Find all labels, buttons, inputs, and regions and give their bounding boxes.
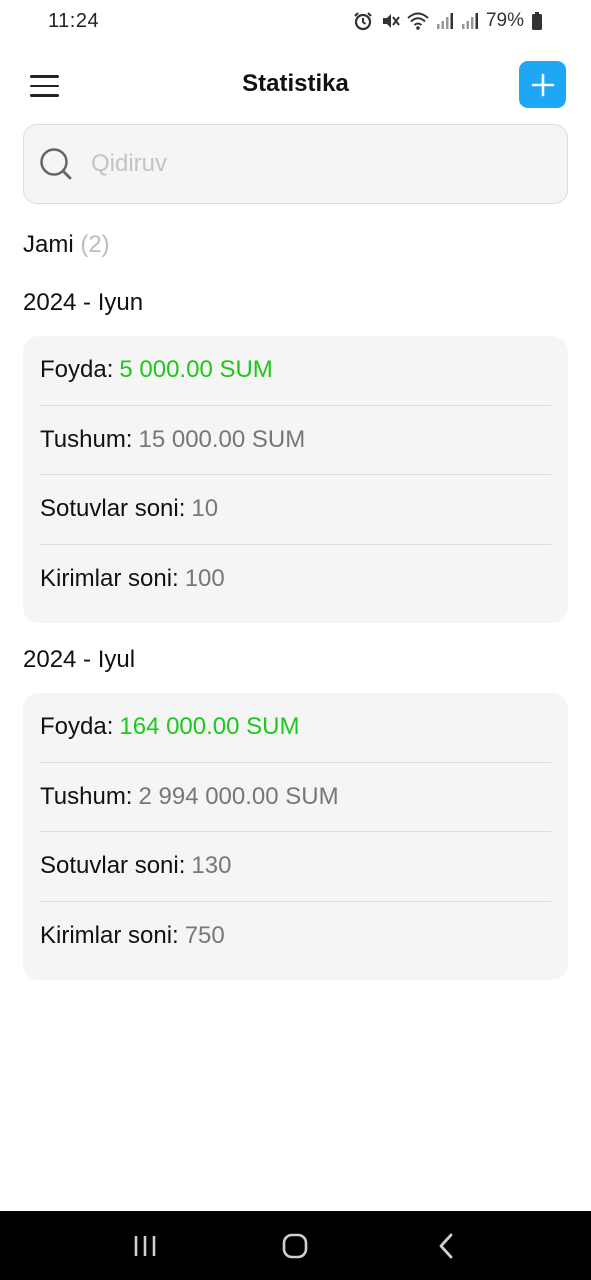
- stat-value: 100: [184, 565, 225, 593]
- status-time: 11:24: [48, 9, 100, 32]
- stat-label: Tushum:: [40, 782, 133, 810]
- stat-value: 10: [191, 495, 219, 523]
- recent-apps-icon: [134, 1235, 156, 1256]
- signal-icon: [461, 13, 478, 29]
- stat-label: Sotuvlar soni:: [40, 495, 186, 523]
- search-input[interactable]: [91, 150, 531, 178]
- stat-value: 164 000.00 SUM: [119, 713, 300, 741]
- stat-row-revenue: Tushum: 2 994 000.00 SUM: [40, 763, 551, 832]
- wifi-icon: [407, 12, 429, 30]
- plus-icon: [531, 73, 554, 96]
- stat-label: Sotuvlar soni:: [40, 852, 186, 880]
- search-icon: [40, 148, 72, 180]
- stat-label: Foyda:: [40, 356, 114, 384]
- home-button[interactable]: [265, 1216, 325, 1276]
- stat-row-profit: Foyda: 5 000.00 SUM: [40, 336, 551, 406]
- total-label: Jami: [23, 231, 74, 258]
- stat-value: 750: [184, 922, 225, 950]
- stat-row-revenue: Tushum: 15 000.00 SUM: [40, 406, 551, 475]
- stat-row-profit: Foyda: 164 000.00 SUM: [40, 693, 551, 763]
- stat-card[interactable]: Foyda: 164 000.00 SUM Tushum: 2 994 000.…: [23, 693, 568, 980]
- total-row: Jami (2): [23, 231, 110, 259]
- stat-value: 5 000.00 SUM: [119, 356, 273, 384]
- stat-label: Tushum:: [40, 425, 133, 453]
- app-bar: Statistika: [0, 56, 591, 118]
- status-icons: 79%: [353, 10, 543, 32]
- back-icon: [439, 1233, 453, 1258]
- add-button[interactable]: [519, 61, 566, 108]
- search-box[interactable]: [23, 124, 568, 204]
- home-icon: [283, 1233, 308, 1258]
- stat-row-income-count: Kirimlar soni: 100: [40, 545, 551, 615]
- month-title: 2024 - Iyul: [23, 646, 136, 673]
- back-button[interactable]: [416, 1216, 476, 1276]
- stat-value: 15 000.00 SUM: [138, 425, 306, 453]
- alarm-icon: [354, 12, 372, 31]
- stat-label: Kirimlar soni:: [40, 565, 179, 593]
- stat-row-sales-count: Sotuvlar soni: 10: [40, 475, 551, 545]
- stat-row-income-count: Kirimlar soni: 750: [40, 902, 551, 972]
- battery-percent: 79%: [485, 10, 524, 31]
- system-nav-bar: [0, 1211, 591, 1280]
- mute-icon: [382, 14, 400, 28]
- total-count: (2): [80, 231, 110, 258]
- stat-value: 2 994 000.00 SUM: [138, 782, 339, 810]
- stat-value: 130: [191, 852, 232, 880]
- statistics-screen: 11:24 79% Statistika Qidiruv Jami (2) 20…: [0, 0, 591, 1280]
- status-bar: 11:24 79%: [0, 0, 591, 42]
- stat-card[interactable]: Foyda: 5 000.00 SUM Tushum: 15 000.00 SU…: [23, 336, 568, 623]
- recent-apps-button[interactable]: [115, 1216, 175, 1276]
- stat-label: Kirimlar soni:: [40, 922, 179, 950]
- signal-icon: [436, 13, 453, 29]
- battery-icon: [532, 12, 542, 30]
- stat-label: Foyda:: [40, 713, 114, 741]
- page-title: Statistika: [242, 70, 349, 97]
- stat-row-sales-count: Sotuvlar soni: 130: [40, 832, 551, 902]
- month-title: 2024 - Iyun: [23, 289, 144, 316]
